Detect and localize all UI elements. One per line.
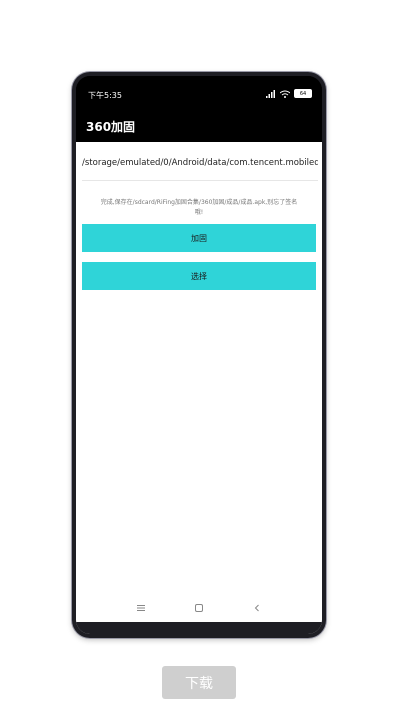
signal-icon [266,89,275,98]
bottom-bezel [76,622,322,634]
path-input[interactable]: /storage/emulated/0/Android/data/com.ten… [82,158,318,176]
select-button[interactable]: 选择 [82,262,316,290]
home-icon[interactable] [193,602,205,614]
status-message-cont: 哦! [194,209,204,216]
status-icons: 64 [266,89,312,98]
battery-icon: 64 [294,89,312,98]
wifi-icon [280,90,290,98]
phone-screen: 下午5:35 64 360加固 /storage/emulated/0/Andr… [76,76,322,634]
download-button[interactable]: 下载 [162,666,236,699]
status-time: 下午5:35 [88,91,122,100]
main-content: /storage/emulated/0/Android/data/com.ten… [76,142,322,634]
app-title: 360加固 [86,120,136,134]
status-message: 完成,保存在/sdcard/RiFing加固合集/360加固/成品/成品.apk… [100,199,298,206]
reinforce-button[interactable]: 加固 [82,224,316,252]
menu-icon[interactable] [135,602,147,614]
back-icon[interactable] [251,602,263,614]
phone-frame: 下午5:35 64 360加固 /storage/emulated/0/Andr… [72,72,326,638]
system-nav-bar [76,598,322,618]
path-input-underline [82,180,318,181]
app-bar: 360加固 [76,112,322,140]
